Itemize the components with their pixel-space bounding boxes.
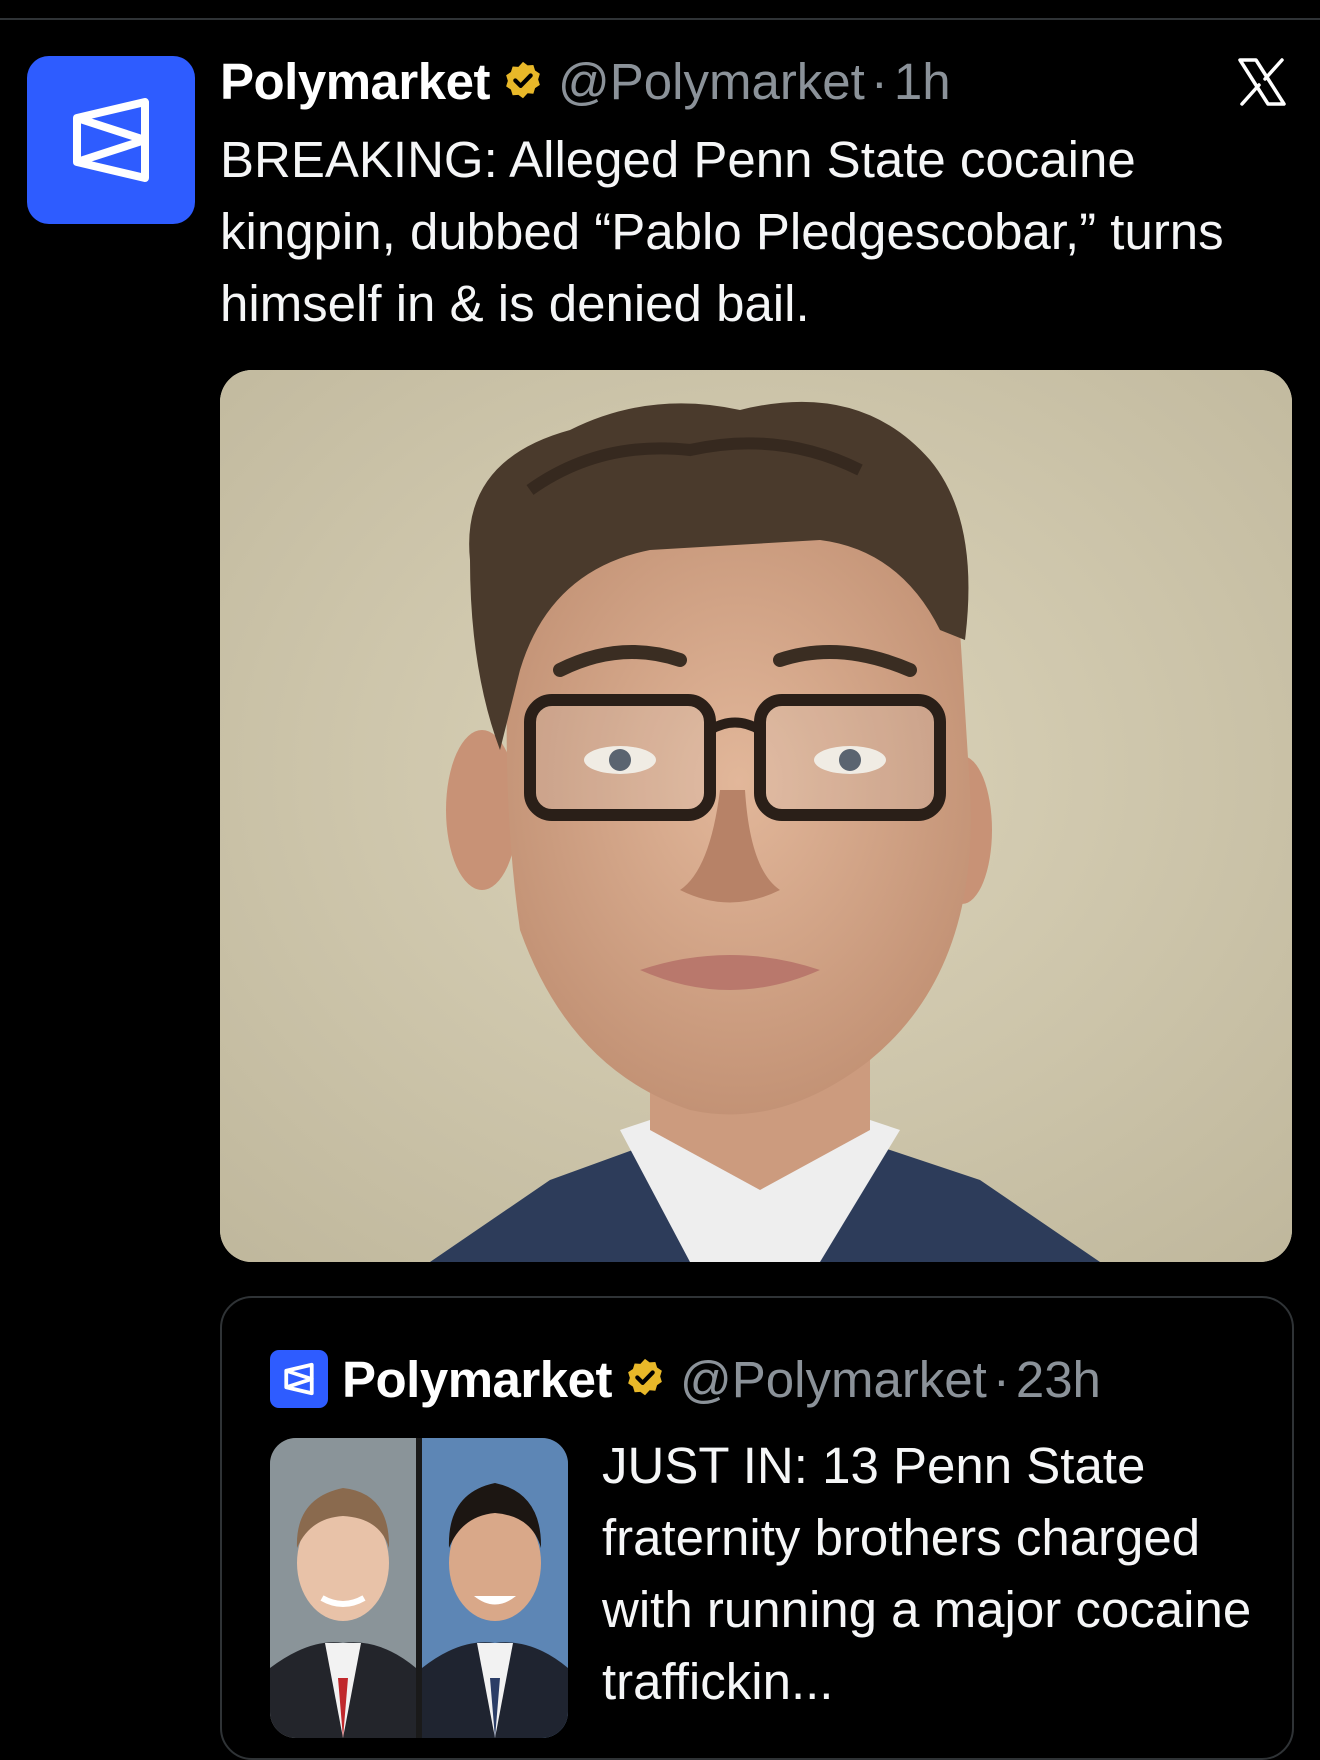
tweet-text: BREAKING: Alleged Penn State cocaine kin… bbox=[220, 131, 1224, 332]
author-avatar[interactable] bbox=[27, 56, 195, 224]
top-divider bbox=[0, 18, 1320, 20]
quoted-tweet-timestamp: 23h bbox=[1015, 1350, 1101, 1408]
quoted-tweet-text: JUST IN: 13 Penn State fraternity brothe… bbox=[602, 1437, 1252, 1710]
tweet-header: Polymarket @Polymarket · 1h bbox=[220, 50, 951, 114]
x-logo-icon[interactable] bbox=[1236, 56, 1288, 108]
quoted-tweet-thumbnail bbox=[270, 1438, 568, 1738]
author-handle[interactable]: @Polymarket bbox=[558, 50, 865, 114]
polymarket-logo-icon bbox=[73, 98, 149, 182]
separator-dot: · bbox=[870, 53, 888, 110]
tweet-media-image[interactable] bbox=[220, 370, 1292, 1262]
tweet-timestamp[interactable]: 1h bbox=[894, 50, 951, 114]
polymarket-logo-icon bbox=[284, 1362, 314, 1396]
quoted-tweet-header: Polymarket @Polymarket · 23h bbox=[342, 1344, 1101, 1414]
quoted-author-avatar bbox=[270, 1350, 328, 1408]
quoted-author-handle: @Polymarket bbox=[679, 1350, 987, 1408]
verified-badge-icon bbox=[622, 1356, 668, 1402]
author-name[interactable]: Polymarket bbox=[220, 50, 490, 114]
quoted-tweet-card[interactable]: Polymarket @Polymarket · 23h JUST IN: 13… bbox=[220, 1296, 1294, 1760]
separator-dot: · bbox=[992, 1350, 1010, 1408]
verified-badge-icon bbox=[500, 59, 546, 105]
quoted-author-name: Polymarket bbox=[342, 1350, 612, 1408]
